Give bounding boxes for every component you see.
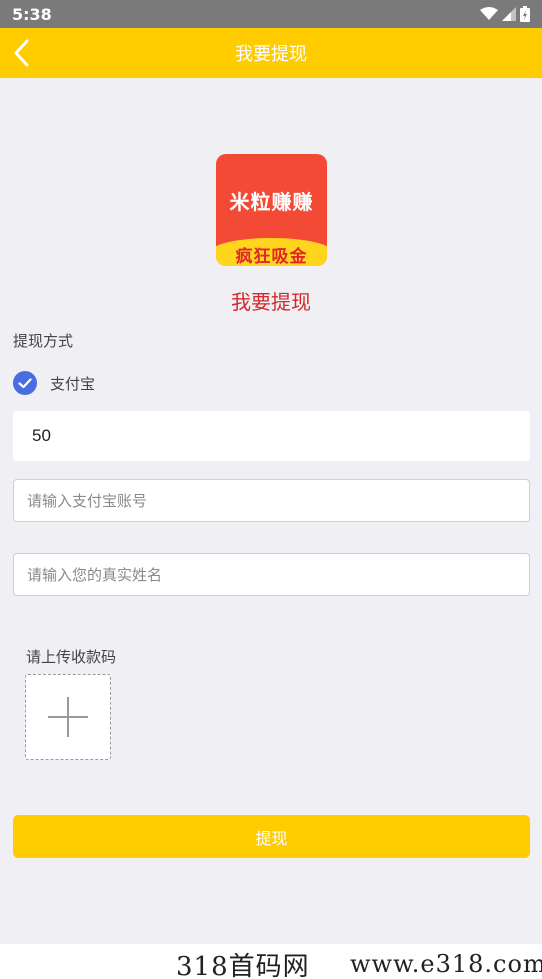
signal-icon — [502, 7, 516, 21]
withdraw-method-label: 提现方式 — [13, 332, 74, 350]
app-logo: 米粒赚赚 疯狂吸金 — [216, 154, 327, 266]
watermark-left: 318首码网 — [176, 952, 310, 979]
alipay-option[interactable]: 支付宝 — [13, 371, 95, 395]
status-bar: 5:38 — [0, 0, 542, 28]
withdraw-button[interactable]: 提现 — [13, 815, 530, 858]
amount-field[interactable] — [13, 411, 530, 461]
battery-icon — [520, 6, 530, 22]
status-icons — [480, 6, 530, 22]
wifi-icon — [480, 7, 498, 20]
watermark-right: www.e318.com — [350, 950, 542, 978]
upload-qrcode-button[interactable] — [25, 674, 111, 760]
real-name-input[interactable] — [13, 553, 530, 596]
logo-top-text: 米粒赚赚 — [229, 190, 314, 214]
chevron-left-icon — [14, 39, 29, 67]
alipay-account-input[interactable] — [13, 479, 530, 522]
status-time: 5:38 — [12, 4, 52, 24]
page-title: 我要提现 — [231, 290, 311, 314]
header-title: 我要提现 — [235, 44, 307, 65]
plus-icon — [48, 697, 88, 737]
checkmark-icon — [13, 371, 37, 395]
back-button[interactable] — [6, 36, 36, 70]
logo-bottom-text: 疯狂吸金 — [216, 238, 327, 266]
app-header: 我要提现 — [0, 28, 542, 78]
alipay-label: 支付宝 — [50, 374, 96, 393]
upload-label: 请上传收款码 — [26, 648, 117, 666]
